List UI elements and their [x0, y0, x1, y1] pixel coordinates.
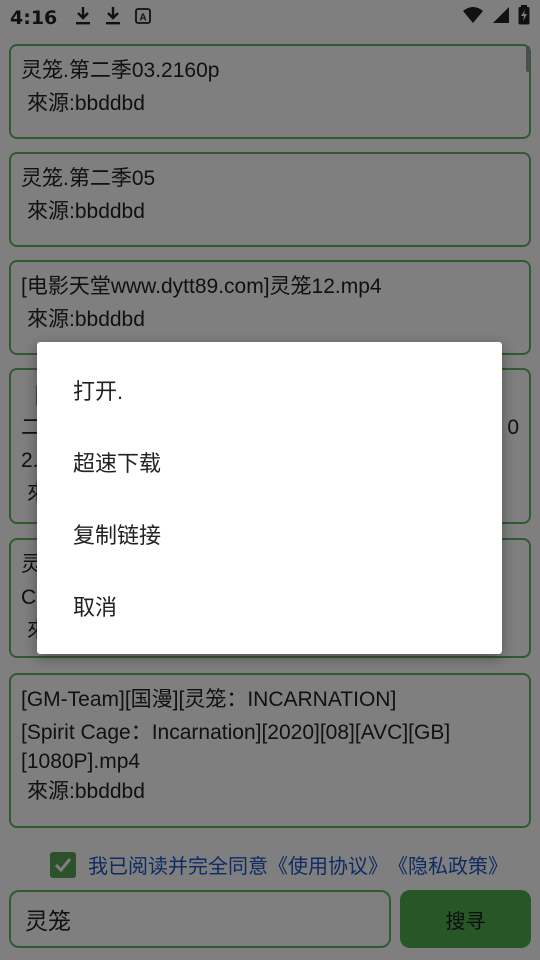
context-menu-dialog: 打开. 超速下载 复制链接 取消 [37, 342, 502, 654]
menu-item-fast-download[interactable]: 超速下载 [37, 426, 502, 498]
menu-item-cancel[interactable]: 取消 [37, 570, 502, 642]
menu-item-open[interactable]: 打开. [37, 354, 502, 426]
menu-item-copy-link[interactable]: 复制链接 [37, 498, 502, 570]
